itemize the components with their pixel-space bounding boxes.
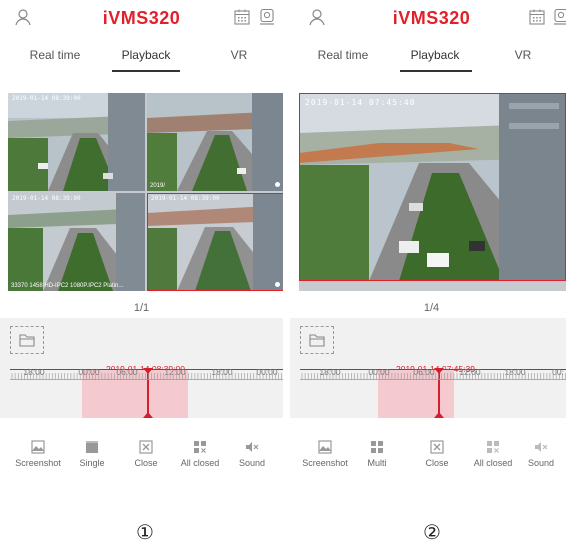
calendar-icon[interactable] bbox=[233, 8, 251, 26]
cell-caption: 33370 1458 HD-IPC2 1080P.IPC2 Platin... bbox=[11, 283, 124, 289]
video-cell-4[interactable]: 2019-01-14 08:39:00 bbox=[147, 193, 283, 291]
tab-playback[interactable]: Playback bbox=[395, 48, 475, 62]
bottom-toolbar: Screenshot Multi Close All closed Sound bbox=[290, 440, 566, 474]
cell-caption: 2019/ bbox=[150, 183, 166, 189]
video-cell-2[interactable]: 2019/ bbox=[147, 93, 283, 191]
video-cell-3[interactable]: 2019-01-14 08:39:00 33370 1458 HD-IPC2 1… bbox=[8, 193, 145, 291]
multi-view-button[interactable]: Multi bbox=[350, 440, 404, 468]
cell-timestamp: 2019-01-14 07:45:40 bbox=[305, 98, 416, 107]
video-grid[interactable]: 2019-01-14 08:39:00 2019/ 2019-01-14 08:… bbox=[8, 93, 283, 291]
all-closed-icon bbox=[194, 441, 206, 453]
all-closed-icon bbox=[487, 441, 499, 453]
calendar-icon[interactable] bbox=[528, 8, 546, 26]
all-closed-button[interactable]: All closed bbox=[466, 440, 520, 468]
mute-icon bbox=[246, 442, 259, 452]
video-single[interactable]: 2019-01-14 07:45:40 bbox=[299, 93, 566, 291]
cell-timestamp: 2019-01-14 08:39:00 bbox=[12, 95, 81, 102]
screenshot-button[interactable]: Screenshot bbox=[11, 440, 65, 468]
single-view-icon bbox=[86, 441, 98, 453]
playback-panel: 2019-01-14 08:39:00 18:00 00:00 06:00 12… bbox=[0, 318, 283, 418]
screenshot-button[interactable]: Screenshot bbox=[298, 440, 352, 468]
mode-tabs: Real time Playback VR bbox=[0, 44, 283, 72]
phone-screen-2: iVMS320 Real time Playback VR 2019-01-14… bbox=[290, 0, 566, 480]
tab-vr[interactable]: VR bbox=[199, 48, 279, 62]
close-icon bbox=[430, 440, 444, 454]
close-button[interactable]: Close bbox=[119, 440, 173, 468]
mode-tabs: Real time Playback VR bbox=[290, 44, 566, 72]
grid-icon bbox=[371, 441, 383, 453]
timeline-ticks bbox=[300, 371, 566, 380]
single-view-button[interactable]: Single bbox=[65, 440, 119, 468]
status-dot bbox=[275, 182, 280, 187]
folder-button[interactable] bbox=[300, 326, 334, 354]
top-bar: iVMS320 bbox=[0, 0, 283, 36]
figure-label-1: ① bbox=[136, 520, 154, 544]
folder-button[interactable] bbox=[10, 326, 44, 354]
bottom-toolbar: Screenshot Single Close All closed Sound bbox=[0, 440, 283, 474]
tab-real-time[interactable]: Real time bbox=[303, 48, 383, 62]
app-title: iVMS320 bbox=[392, 8, 471, 28]
screenshot-icon bbox=[31, 440, 45, 454]
timeline-ticks bbox=[10, 371, 283, 380]
playhead-bottom-arrow bbox=[434, 412, 444, 418]
sound-button[interactable]: Sound bbox=[514, 440, 566, 468]
video-cell-1[interactable]: 2019-01-14 07:45:40 bbox=[299, 93, 566, 281]
page-indicator: 1/1 bbox=[133, 302, 150, 314]
cell-timestamp: 2019-01-14 08:39:00 bbox=[12, 195, 81, 202]
active-tab-underline bbox=[400, 70, 472, 72]
location-icon[interactable] bbox=[258, 8, 276, 26]
close-icon bbox=[139, 440, 153, 454]
phone-screen-1: iVMS320 Real time Playback VR 2019-01-14… bbox=[0, 0, 283, 480]
mute-icon bbox=[535, 442, 548, 452]
folder-icon bbox=[19, 334, 35, 347]
tab-real-time[interactable]: Real time bbox=[15, 48, 95, 62]
playback-panel: 2019-01-14 07:45:39 18:00 00:00 06:00 12… bbox=[290, 318, 566, 418]
video-cell-1[interactable]: 2019-01-14 08:39:00 bbox=[8, 93, 145, 191]
figure-label-2: ② bbox=[423, 520, 441, 544]
status-dot bbox=[275, 282, 280, 287]
tab-playback[interactable]: Playback bbox=[106, 48, 186, 62]
folder-icon bbox=[309, 334, 325, 347]
tab-vr[interactable]: VR bbox=[483, 48, 563, 62]
cell-timestamp: 2019-01-14 08:39:00 bbox=[151, 195, 220, 202]
top-bar: iVMS320 bbox=[290, 0, 566, 36]
location-icon[interactable] bbox=[552, 8, 566, 26]
active-tab-underline bbox=[112, 70, 180, 72]
all-closed-button[interactable]: All closed bbox=[173, 440, 227, 468]
playhead-bottom-arrow bbox=[143, 412, 153, 418]
sound-button[interactable]: Sound bbox=[225, 440, 279, 468]
close-button[interactable]: Close bbox=[410, 440, 464, 468]
screenshot-icon bbox=[318, 440, 332, 454]
page-indicator: 1/4 bbox=[423, 302, 440, 314]
